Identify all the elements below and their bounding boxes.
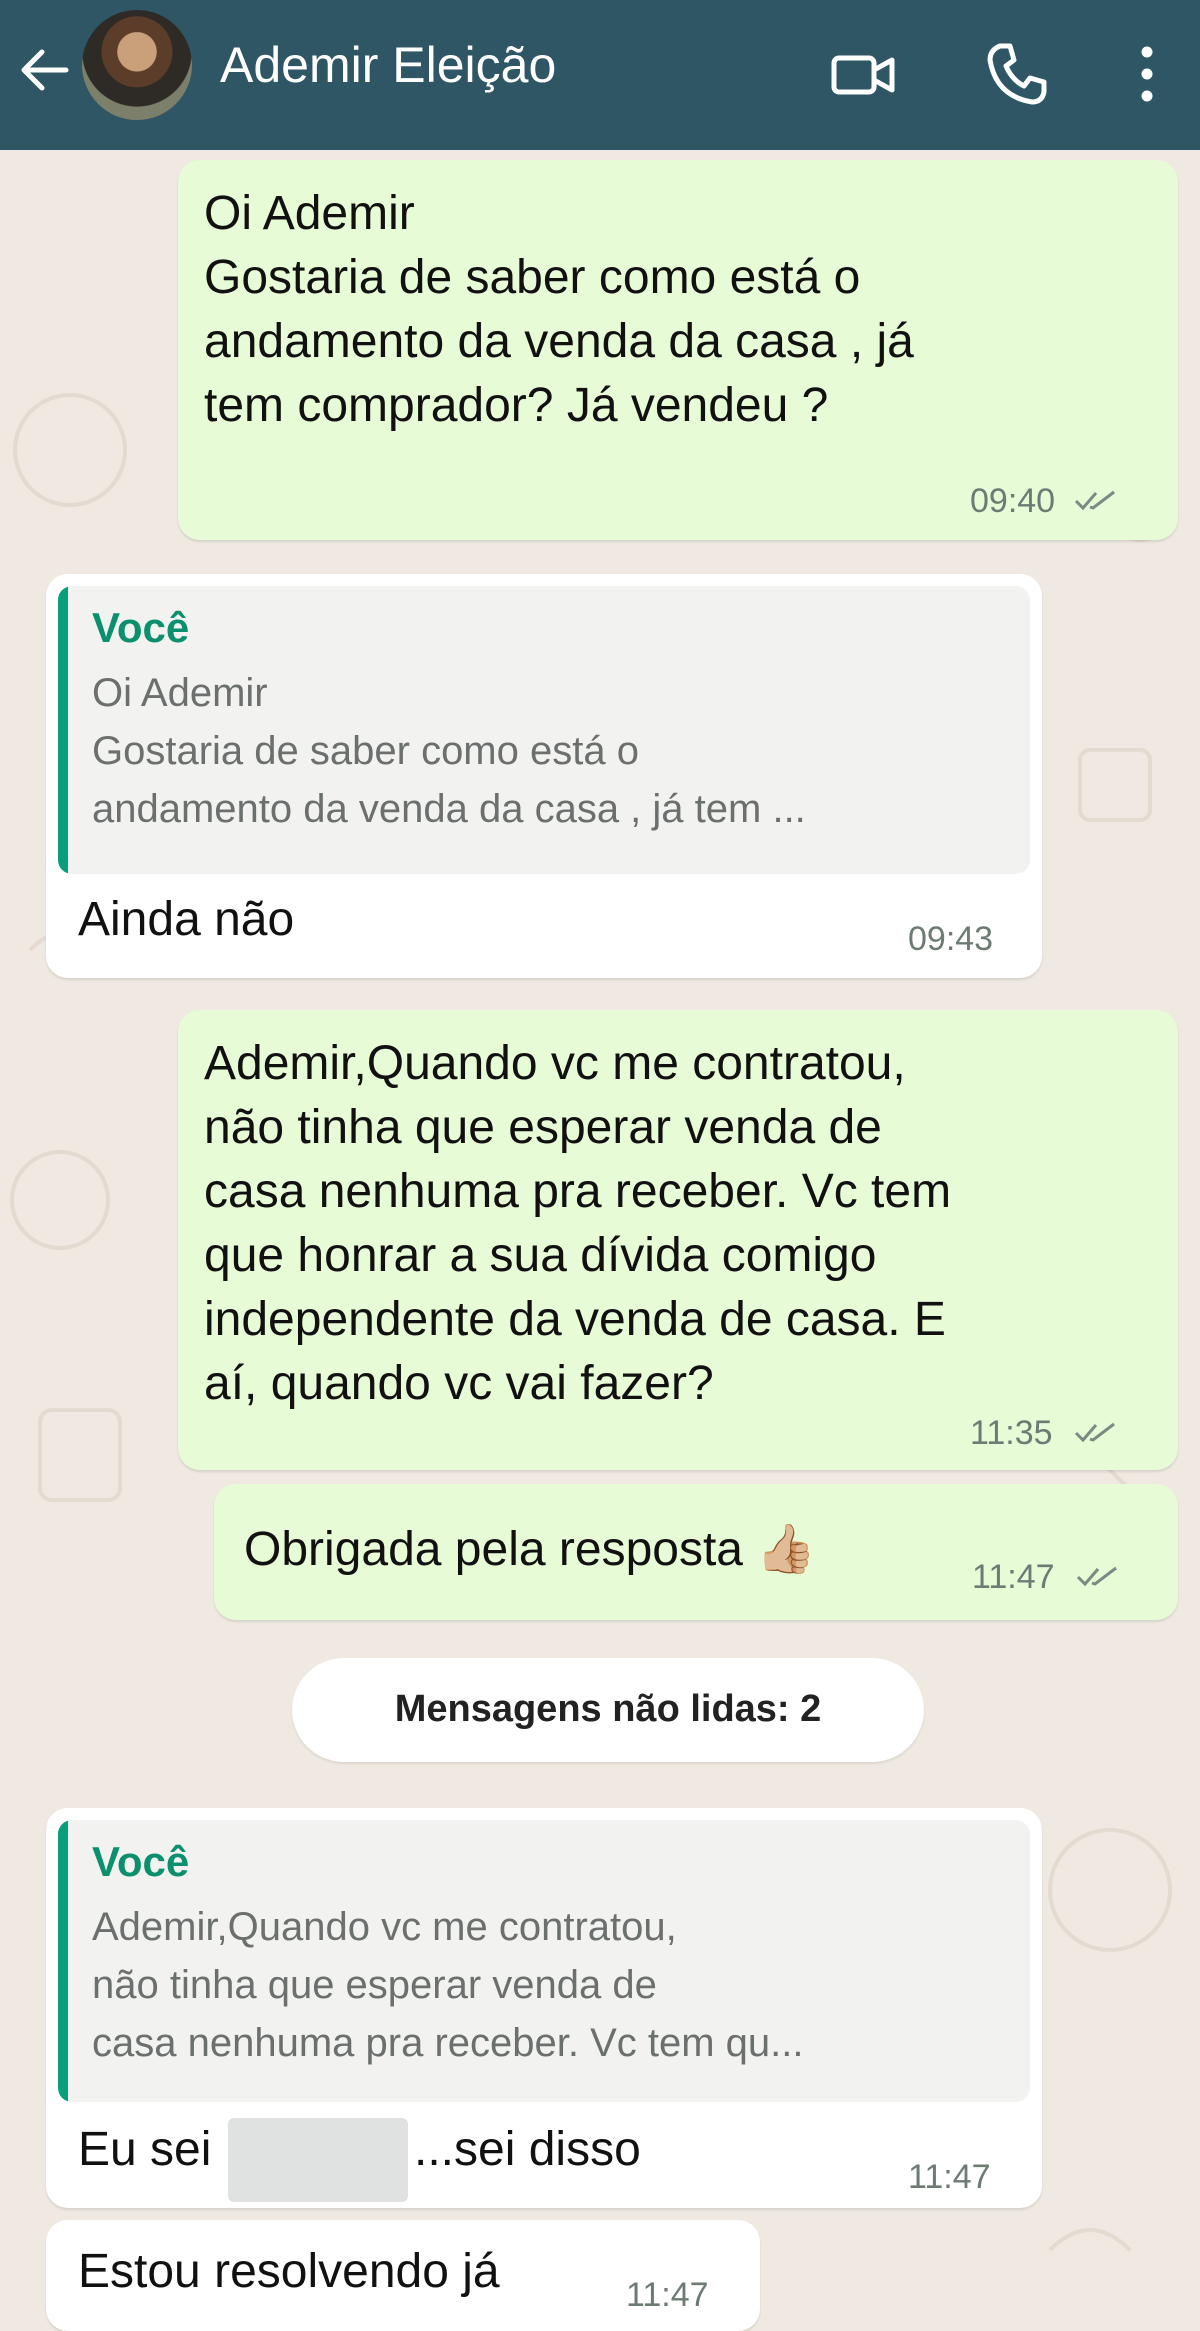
chat-header: Ademir Eleição — [0, 0, 1200, 150]
message-time: 09:40 — [970, 482, 1056, 520]
redacted-blur — [228, 2118, 408, 2202]
message-time: 11:47 — [972, 1558, 1055, 1596]
message-text: Estou resolvendo já — [78, 2245, 500, 2298]
unread-label: Mensagens não lidas: 2 — [394, 1688, 822, 1730]
quote-author: Você — [92, 1838, 190, 1885]
message-text: Ainda não — [78, 893, 295, 946]
quote-author: Você — [92, 604, 190, 651]
phone-icon[interactable] — [980, 38, 1052, 110]
message-text: Oi Ademir Gostaria de saber como está o … — [204, 187, 914, 432]
unread-messages-divider: Mensagens não lidas: 2 — [292, 1658, 924, 1762]
message-time: 11:47 — [908, 2158, 991, 2196]
video-call-icon[interactable] — [828, 38, 900, 110]
double-check-icon — [1074, 490, 1115, 511]
message-bubble-incoming[interactable]: Você Oi Ademir Gostaria de saber como es… — [46, 574, 1042, 978]
message-text-end: ...sei disso — [414, 2123, 641, 2176]
message-bubble-incoming[interactable]: Você Ademir,Quando vc me contratou, não … — [46, 1808, 1042, 2208]
quote-accent-bar — [58, 1820, 68, 2102]
message-text: Ademir,Quando vc me contratou, não tinha… — [204, 1037, 952, 1410]
message-body: Eu sei ...sei disso 11:47 — [46, 2074, 1042, 2208]
message-text-start: Eu sei — [78, 2123, 212, 2176]
quoted-message[interactable]: Você Ademir,Quando vc me contratou, não … — [58, 1820, 1030, 2102]
avatar[interactable] — [82, 10, 192, 120]
double-check-icon — [1074, 1422, 1115, 1443]
message-bubble-outgoing[interactable]: Oi Ademir Gostaria de saber como está o … — [178, 160, 1178, 540]
message-text: Obrigada pela resposta 👍🏼 — [244, 1523, 817, 1576]
message-time: 11:47 — [626, 2276, 709, 2314]
message-bubble-incoming[interactable]: Estou resolvendo já 11:47 — [46, 2220, 760, 2331]
quote-accent-bar — [58, 586, 68, 874]
message-time: 09:43 — [908, 920, 994, 958]
quote-text: Ademir,Quando vc me contratou, não tinha… — [92, 1905, 804, 2065]
double-check-icon — [1076, 1566, 1117, 1587]
more-vertical-icon[interactable] — [1122, 38, 1172, 110]
message-bubble-outgoing[interactable]: Ademir,Quando vc me contratou, não tinha… — [178, 1010, 1178, 1470]
quoted-message[interactable]: Você Oi Ademir Gostaria de saber como es… — [58, 586, 1030, 874]
quote-text: Oi Ademir Gostaria de saber como está o … — [92, 671, 806, 831]
arrow-left-icon[interactable] — [14, 40, 74, 100]
message-bubble-outgoing[interactable]: Obrigada pela resposta 👍🏼 11:47 — [214, 1484, 1178, 1620]
contact-name[interactable]: Ademir Eleição — [220, 36, 556, 94]
message-time: 11:35 — [970, 1414, 1053, 1452]
